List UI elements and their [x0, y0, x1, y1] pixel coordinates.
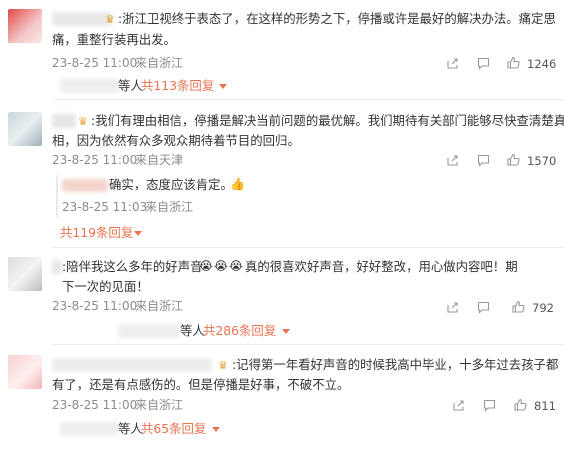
replies-link[interactable]: 共113条回复: [141, 78, 214, 94]
comment-date: 23-8-25 11:00: [52, 398, 138, 412]
comment-text-line2: 有了，还是有点感伤的。但是停播是好事，不破不立。: [52, 377, 350, 392]
crown-badge-icon: ♛: [105, 13, 115, 26]
sub-reply-date: 23-8-25 11:03: [62, 200, 148, 214]
comment-icon[interactable]: [477, 154, 490, 167]
share-icon[interactable]: [446, 301, 459, 314]
crown-badge-icon: ♛: [218, 359, 228, 372]
comment-2: ♛ :我们有理由相信，停播是解决当前问题的最优解。我们期待有关部门能够尽快查清楚…: [0, 100, 564, 245]
comment-location: 来自浙江: [135, 398, 184, 412]
comment-date: 23-8-25 11:00: [52, 153, 138, 167]
replies-prefix: 等人: [180, 323, 205, 338]
share-icon[interactable]: [446, 57, 459, 70]
username-redacted[interactable]: [52, 260, 62, 274]
avatar[interactable]: [8, 9, 42, 43]
replies-prefix: 等人: [118, 78, 143, 93]
reply-users-redacted: [60, 79, 120, 93]
replies-link[interactable]: 共65条回复: [141, 421, 206, 437]
replies-link[interactable]: 共286条回复: [203, 323, 276, 339]
share-icon[interactable]: [446, 154, 459, 167]
caret-down-icon[interactable]: [212, 427, 220, 432]
sub-reply-username-redacted[interactable]: [62, 179, 108, 192]
comment-text-line2: 相，因为依然有众多观众期待着节目的回归。: [52, 133, 300, 148]
comment-text-line1b: 真的很喜欢好声音，好好整改，用心做内容吧！期: [245, 259, 518, 274]
like-count: 792: [532, 301, 554, 315]
like-count: 1570: [527, 154, 557, 168]
emoji-crying-2: 😭: [214, 259, 229, 273]
comment-4: ♛ :记得第一年看好声音的时候我高中毕业，十多年过去孩子都 有了，还是有点感伤的…: [0, 345, 564, 461]
like-count: 811: [534, 399, 556, 413]
caret-down-icon[interactable]: [219, 84, 227, 89]
comment-location: 来自浙江: [135, 56, 184, 70]
comment-text-line1: :浙江卫视终于表态了，在这样的形势之下，停播或许是最好的解决办法。痛定思: [118, 11, 556, 26]
comment-icon[interactable]: [477, 301, 490, 314]
replies-prefix: 等人: [118, 421, 143, 436]
avatar[interactable]: [8, 112, 42, 146]
like-icon[interactable]: [507, 56, 520, 69]
comment-text-line1: :我们有理由相信，停播是解决当前问题的最优解。我们期待有关部门能够尽快查清楚真: [91, 113, 564, 128]
sub-reply-bar: [56, 175, 58, 217]
like-icon[interactable]: [512, 300, 525, 313]
crown-badge-icon: ♛: [78, 115, 88, 128]
avatar[interactable]: [8, 355, 42, 389]
comment-icon[interactable]: [483, 399, 496, 412]
comment-location: 来自浙江: [135, 299, 184, 313]
replies-link[interactable]: 共119条回复: [60, 225, 133, 241]
reply-users-redacted: [118, 324, 180, 338]
like-icon[interactable]: [507, 153, 520, 166]
comment-date: 23-8-25 11:00: [52, 56, 138, 70]
share-icon[interactable]: [452, 399, 465, 412]
comment-icon[interactable]: [477, 57, 490, 70]
username-redacted[interactable]: [52, 114, 76, 128]
comment-text-line2: 痛，重整行装再出发。: [52, 32, 176, 47]
like-icon[interactable]: [514, 398, 527, 411]
caret-down-icon[interactable]: [282, 329, 290, 334]
caret-down-icon[interactable]: [134, 231, 142, 236]
username-redacted[interactable]: [52, 358, 212, 372]
reply-users-redacted: [60, 422, 118, 436]
sub-reply-location: 来自浙江: [145, 200, 194, 214]
comment-1: ♛ :浙江卫视终于表态了，在这样的形势之下，停播或许是最好的解决办法。痛定思 痛…: [0, 0, 564, 93]
avatar[interactable]: [8, 257, 42, 291]
comment-location: 来自天津: [135, 153, 184, 167]
comment-date: 23-8-25 11:00: [52, 299, 138, 313]
sub-reply-text: 确实，态度应该肯定。: [109, 177, 233, 192]
like-count: 1246: [527, 57, 557, 71]
emoji-crying-3: 😭: [229, 259, 244, 273]
sub-reply-emoji: 👍: [230, 177, 245, 191]
username-redacted[interactable]: [52, 12, 112, 26]
comment-text-line1: :记得第一年看好声音的时候我高中毕业，十多年过去孩子都: [232, 357, 559, 372]
comment-text-line1: :陪伴我这么多年的好声音: [62, 259, 203, 274]
comment-text-line2: 下一次的见面！: [62, 279, 149, 294]
comment-3: :陪伴我这么多年的好声音 😭 😭 😭 真的很喜欢好声音，好好整改，用心做内容吧！…: [0, 248, 564, 348]
emoji-crying-1: 😭: [199, 259, 214, 273]
